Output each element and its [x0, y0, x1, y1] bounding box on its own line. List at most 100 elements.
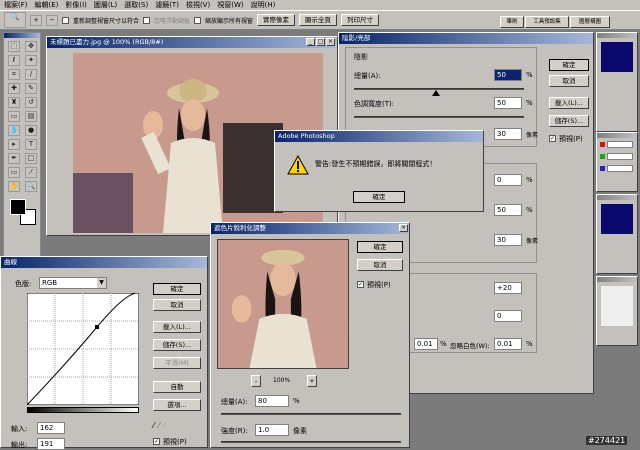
maximize-icon[interactable]: □ — [316, 38, 325, 46]
shadow-amount-thumb[interactable] — [432, 90, 440, 96]
shadow-amount-field[interactable]: 50 — [494, 69, 522, 81]
blur-tool-icon[interactable]: 💧 — [8, 125, 20, 136]
menu-image[interactable]: 影像(I) — [65, 0, 87, 10]
lasso-tool-icon[interactable]: ℓ — [8, 55, 20, 66]
midtone-contrast-field[interactable]: 0 — [494, 310, 522, 322]
palette-tab-layer-comps[interactable]: 圖層構圖 — [570, 16, 610, 28]
shadow-save-button[interactable]: 儲存(S)... — [549, 115, 589, 127]
unsharp-preview-checkbox[interactable]: ✓ — [357, 281, 364, 288]
green-value-field[interactable] — [607, 153, 633, 160]
stamp-tool-icon[interactable]: ♜ — [8, 97, 20, 108]
curves-output-field[interactable]: 191 — [37, 438, 65, 450]
unsharp-cancel-button[interactable]: 取消 — [357, 259, 403, 271]
menu-edit[interactable]: 編輯(E) — [35, 0, 59, 10]
curves-input-field[interactable]: 162 — [37, 422, 65, 434]
zoom-tool-icon[interactable]: 🔍 — [25, 181, 37, 192]
menu-file[interactable]: 檔案(F) — [4, 0, 28, 10]
menu-layer[interactable]: 圖層(L) — [94, 0, 117, 10]
tonal-width-slider[interactable] — [354, 116, 524, 118]
close-icon[interactable]: × — [326, 38, 335, 46]
menu-bar: 檔案(F) 編輯(E) 影像(I) 圖層(L) 選取(S) 濾鏡(T) 檢視(V… — [0, 0, 640, 10]
gray-eyedropper-icon[interactable]: ⁄ — [158, 421, 159, 430]
chevron-down-icon[interactable]: ▼ — [97, 278, 106, 288]
eyedropper-icon[interactable]: ⁄ — [25, 167, 37, 178]
print-size-button[interactable]: 列印尺寸 — [341, 14, 380, 26]
zoom-out-icon[interactable]: − — [46, 14, 58, 26]
curves-auto-button[interactable]: 自動 — [153, 381, 201, 393]
slice-tool-icon[interactable]: ∕ — [25, 69, 37, 80]
unsharp-amount-unit: % — [293, 397, 300, 405]
menu-view[interactable]: 檢視(V) — [186, 0, 210, 10]
marquee-tool-icon[interactable]: ⬚ — [8, 41, 20, 52]
gradient-tool-icon[interactable]: ▤ — [25, 111, 37, 122]
foreground-color-swatch[interactable] — [10, 199, 26, 215]
black-clip-field[interactable]: 0.01 — [414, 338, 438, 350]
curves-options-button[interactable]: 選項... — [153, 399, 201, 411]
resize-checkbox[interactable] — [62, 16, 69, 24]
shadow-cancel-button[interactable]: 取消 — [549, 75, 589, 87]
path-select-icon[interactable]: ▸ — [8, 139, 20, 150]
type-tool-icon[interactable]: T — [25, 139, 37, 150]
blue-value-field[interactable] — [607, 165, 633, 172]
minimize-icon[interactable]: _ — [306, 38, 315, 46]
curves-save-button[interactable]: 儲存(S)... — [153, 339, 201, 351]
move-tool-icon[interactable]: ✥ — [25, 41, 37, 52]
zoom-plus-button[interactable]: + — [307, 375, 317, 387]
shadow-ok-button[interactable]: 確定 — [549, 59, 589, 71]
ignore-palettes-checkbox[interactable] — [143, 16, 151, 24]
highlight-tonal-field[interactable]: 50 — [494, 204, 522, 216]
unsharp-radius-slider[interactable] — [221, 441, 401, 443]
zoom-tool-preset-icon[interactable]: 🔍 — [4, 12, 26, 28]
curves-preview-checkbox[interactable]: ✓ — [153, 438, 160, 445]
curves-ok-button[interactable]: 確定 — [153, 283, 201, 295]
brush-tool-icon[interactable]: ✎ — [25, 83, 37, 94]
zoom-all-checkbox[interactable] — [194, 16, 202, 24]
fit-screen-button[interactable]: 顯示全頁 — [299, 14, 338, 26]
unsharp-close-icon[interactable]: × — [399, 224, 408, 232]
unsharp-amount-field[interactable]: 80 — [255, 395, 289, 407]
unsharp-radius-field[interactable]: 1.0 — [255, 424, 289, 436]
menu-window[interactable]: 視窗(W) — [217, 0, 243, 10]
dodge-tool-icon[interactable]: ● — [25, 125, 37, 136]
shadow-load-button[interactable]: 載入(L)... — [549, 97, 589, 109]
crop-tool-icon[interactable]: ⌗ — [8, 69, 20, 80]
pen-tool-icon[interactable]: ✒ — [8, 153, 20, 164]
blue-channel-icon — [600, 166, 605, 171]
unsharp-ok-button[interactable]: 確定 — [357, 241, 403, 253]
curves-channel-select[interactable]: RGB ▼ — [39, 277, 107, 289]
highlight-amount-field[interactable]: 0 — [494, 174, 522, 186]
zoom-minus-button[interactable]: - — [251, 375, 261, 387]
zoom-all-label: 縮放顯示所有視窗 — [205, 17, 254, 25]
white-eyedropper-icon[interactable]: ⁄ — [164, 421, 165, 430]
highlight-radius-field[interactable]: 30 — [494, 234, 522, 246]
hand-tool-icon[interactable]: ✋ — [8, 181, 20, 192]
alert-ok-button[interactable]: 確定 — [353, 191, 405, 203]
curves-cancel-button[interactable]: 取消 — [153, 299, 201, 311]
notes-tool-icon[interactable]: ▭ — [8, 167, 20, 178]
history-brush-icon[interactable]: ↺ — [25, 97, 37, 108]
image-watermark: #274421 — [586, 436, 628, 445]
black-eyedropper-icon[interactable]: ⁄ — [153, 421, 154, 430]
eraser-tool-icon[interactable]: ▭ — [8, 111, 20, 122]
menu-filter[interactable]: 濾鏡(T) — [155, 0, 179, 10]
zoom-in-icon[interactable]: + — [30, 14, 42, 26]
actual-pixels-button[interactable]: 實際像素 — [257, 14, 296, 26]
curves-smooth-button[interactable]: 平滑(M) — [153, 357, 201, 369]
menu-select[interactable]: 選取(S) — [124, 0, 148, 10]
palette-tab-tool-presets[interactable]: 工具預設集 — [525, 16, 569, 28]
magic-wand-icon[interactable]: ✦ — [25, 55, 37, 66]
shadow-radius-field[interactable]: 30 — [494, 128, 522, 140]
curves-graph[interactable] — [27, 293, 139, 405]
white-clip-field[interactable]: 0.01 — [494, 338, 522, 350]
red-value-field[interactable] — [607, 141, 633, 148]
curves-load-button[interactable]: 載入(L)... — [153, 321, 201, 333]
palette-tab-brushes[interactable]: 筆刷 — [500, 16, 524, 28]
unsharp-amount-slider[interactable] — [221, 413, 401, 415]
menu-help[interactable]: 說明(H) — [251, 0, 276, 10]
curves-output-label: 輸出: — [11, 441, 28, 449]
tonal-width-field[interactable]: 50 — [494, 97, 522, 109]
healing-tool-icon[interactable]: ✚ — [8, 83, 20, 94]
shadow-preview-checkbox[interactable]: ✓ — [549, 135, 556, 142]
color-correction-field[interactable]: +20 — [494, 282, 522, 294]
shape-tool-icon[interactable]: □ — [25, 153, 37, 164]
